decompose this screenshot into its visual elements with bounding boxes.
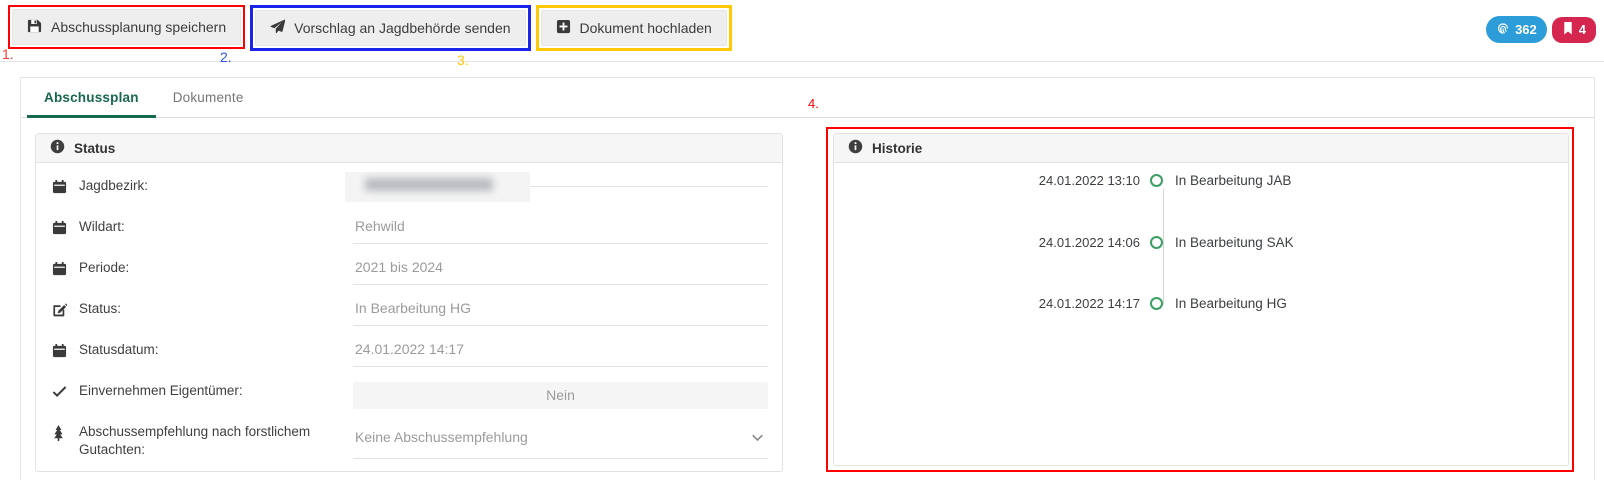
field-value-redacted — [353, 177, 768, 187]
timeline-entry: 24.01.2022 14:17 In Bearbeitung HG — [834, 294, 1568, 312]
field-row-abschussempfehlung: Abschussempfehlung nach forstlichem Guta… — [52, 423, 768, 464]
tree-icon — [52, 423, 69, 446]
redaction-blur — [365, 178, 493, 191]
timeline-status: In Bearbeitung SAK — [1175, 235, 1294, 250]
field-value: In Bearbeitung HG — [353, 300, 768, 326]
field-row-einvernehmen: Einvernehmen Eigentümer: Nein — [52, 382, 768, 423]
send-proposal-button[interactable]: Vorschlag an Jagdbehörde senden — [255, 10, 525, 46]
send-icon — [270, 19, 285, 37]
calendar-icon — [52, 259, 69, 281]
timeline-entry: 24.01.2022 13:10 In Bearbeitung JAB — [834, 171, 1568, 189]
badge-group: 362 4 — [1486, 16, 1596, 43]
chevron-down-icon — [749, 429, 766, 449]
check-icon — [52, 382, 69, 404]
edit-icon — [52, 300, 69, 322]
tab-dokumente[interactable]: Dokumente — [156, 78, 261, 117]
history-timeline: 24.01.2022 13:10 In Bearbeitung JAB 24.0… — [834, 163, 1568, 465]
field-value: Rehwild — [353, 218, 768, 244]
info-icon — [848, 139, 863, 157]
timeline-timestamp: 24.01.2022 14:06 — [834, 235, 1140, 250]
status-panel: Status Jagdbezirk: Wildart: Rehwild Peri… — [35, 133, 783, 472]
field-label: Periode: — [69, 259, 353, 277]
timeline-status: In Bearbeitung JAB — [1175, 173, 1291, 188]
field-label: Wildart: — [69, 218, 353, 236]
annotation-box-1: Abschussplanung speichern — [8, 5, 245, 49]
annotation-number-4: 4. — [808, 96, 819, 111]
field-row-statusdatum: Statusdatum: 24.01.2022 14:17 — [52, 341, 768, 382]
field-label: Abschussempfehlung nach forstlichem Guta… — [69, 423, 353, 459]
info-icon — [50, 139, 65, 157]
timeline-status: In Bearbeitung HG — [1175, 296, 1287, 311]
annotation-box-2: Vorschlag an Jagdbehörde senden — [250, 5, 530, 51]
status-fields: Jagdbezirk: Wildart: Rehwild Periode: 20… — [36, 163, 782, 464]
field-row-jagdbezirk: Jagdbezirk: — [52, 177, 768, 218]
toolbar: Abschussplanung speichern Vorschlag an J… — [0, 0, 1604, 62]
field-row-periode: Periode: 2021 bis 2024 — [52, 259, 768, 300]
field-label: Statusdatum: — [69, 341, 353, 359]
save-plan-button-label: Abschussplanung speichern — [51, 19, 226, 35]
annotation-number-1: 1. — [2, 46, 14, 62]
field-row-wildart: Wildart: Rehwild — [52, 218, 768, 259]
field-value: 2021 bis 2024 — [353, 259, 768, 285]
fingerprint-icon — [1496, 21, 1510, 38]
dropdown-value: Keine Abschussempfehlung — [355, 429, 528, 445]
calendar-icon — [52, 177, 69, 199]
field-value: 24.01.2022 14:17 — [353, 341, 768, 367]
history-panel-title: Historie — [872, 141, 922, 156]
save-icon — [27, 18, 42, 36]
upload-document-button[interactable]: Dokument hochladen — [541, 10, 727, 46]
status-panel-title: Status — [74, 141, 115, 156]
timeline-circle-icon — [1150, 236, 1163, 249]
save-plan-button[interactable]: Abschussplanung speichern — [12, 9, 241, 45]
annotation-box-3: Dokument hochladen — [536, 5, 732, 51]
bookmark-icon — [1562, 22, 1574, 38]
field-row-status: Status: In Bearbeitung HG — [52, 300, 768, 341]
timeline-circle-icon — [1150, 174, 1163, 187]
plus-square-icon — [556, 19, 571, 37]
toolbar-button-row: Abschussplanung speichern Vorschlag an J… — [8, 5, 732, 51]
timeline-timestamp: 24.01.2022 14:17 — [834, 296, 1140, 311]
calendar-icon — [52, 218, 69, 240]
annotation-number-3: 3. — [457, 52, 469, 68]
calendar-icon — [52, 341, 69, 363]
bookmark-badge-count: 4 — [1579, 22, 1586, 37]
fingerprint-badge-count: 362 — [1515, 22, 1537, 37]
annotation-number-2: 2. — [220, 49, 232, 65]
tab-abschussplan-label: Abschussplan — [44, 90, 139, 105]
timeline-circle-icon — [1150, 297, 1163, 310]
bookmark-badge[interactable]: 4 — [1552, 17, 1596, 43]
status-panel-header: Status — [36, 134, 782, 163]
timeline-entry: 24.01.2022 14:06 In Bearbeitung SAK — [834, 233, 1568, 251]
tab-abschussplan[interactable]: Abschussplan — [27, 78, 156, 117]
field-label: Jagdbezirk: — [69, 177, 353, 195]
field-value-readonly: Nein — [353, 382, 768, 409]
abschussempfehlung-dropdown[interactable]: Keine Abschussempfehlung — [353, 429, 768, 459]
field-label: Einvernehmen Eigentümer: — [69, 382, 353, 400]
upload-document-button-label: Dokument hochladen — [580, 20, 712, 36]
tab-dokumente-label: Dokumente — [173, 90, 244, 105]
history-panel: Historie 24.01.2022 13:10 In Bearbeitung… — [833, 133, 1569, 466]
field-label: Status: — [69, 300, 353, 318]
send-proposal-button-label: Vorschlag an Jagdbehörde senden — [294, 20, 510, 36]
history-panel-header: Historie — [834, 134, 1568, 163]
timeline-timestamp: 24.01.2022 13:10 — [834, 173, 1140, 188]
fingerprint-badge[interactable]: 362 — [1486, 16, 1547, 43]
